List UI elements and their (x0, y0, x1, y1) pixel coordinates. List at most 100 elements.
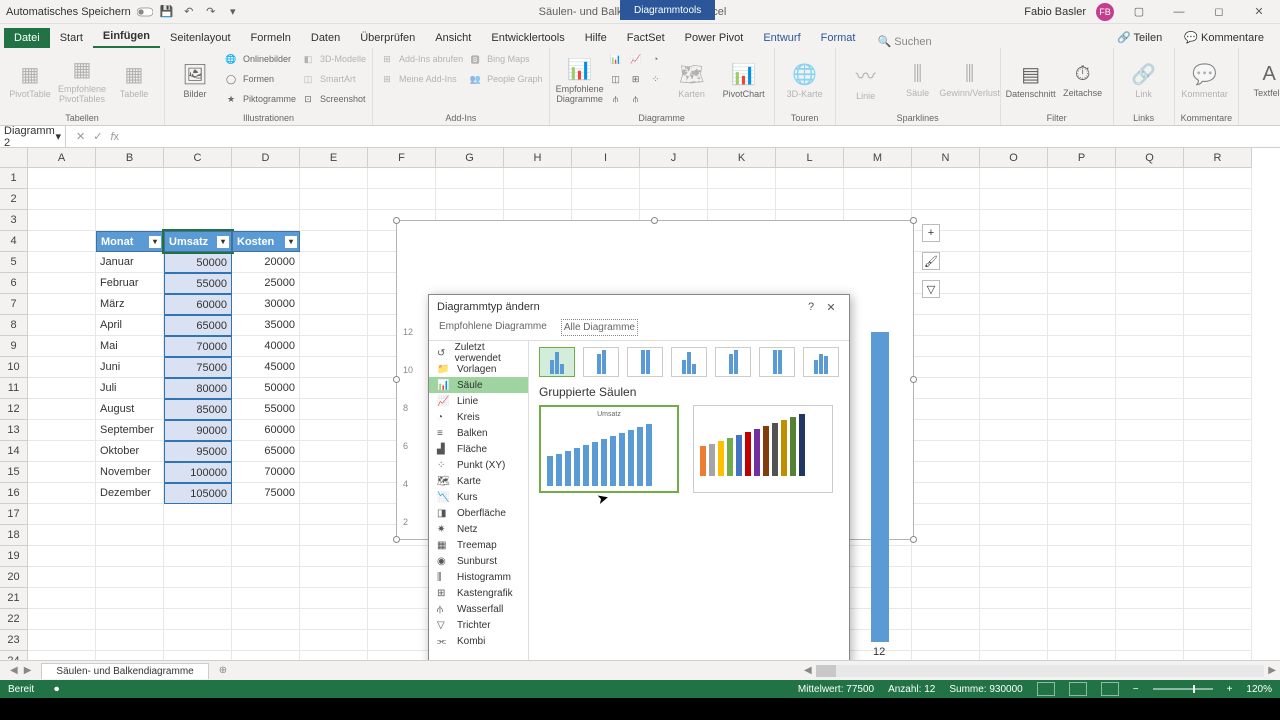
chart-scatter-icon[interactable]: ⁘ (648, 70, 664, 88)
cell[interactable] (708, 189, 776, 210)
minimize-icon[interactable]: — (1164, 2, 1194, 22)
cell[interactable]: Dezember (96, 483, 164, 504)
cell[interactable] (980, 609, 1048, 630)
cell[interactable]: 100000 (164, 462, 232, 483)
cell[interactable] (368, 588, 436, 609)
recommended-pivot-button[interactable]: ▦Empfohlene PivotTables (58, 50, 106, 110)
cell[interactable] (912, 567, 980, 588)
cell[interactable] (912, 357, 980, 378)
cell[interactable] (912, 399, 980, 420)
cell[interactable] (980, 441, 1048, 462)
dialog-tab-all[interactable]: Alle Diagramme (561, 319, 638, 336)
column-header[interactable]: K (708, 148, 776, 168)
chart-category-item[interactable]: ⫘Kombi (429, 633, 528, 649)
column-header[interactable]: O (980, 148, 1048, 168)
cell[interactable] (300, 462, 368, 483)
cell[interactable] (300, 315, 368, 336)
dialog-close-button[interactable]: ✕ (821, 301, 841, 314)
subtype-3d-100-stacked[interactable] (759, 347, 795, 377)
cell[interactable]: 45000 (232, 357, 300, 378)
cell[interactable] (980, 168, 1048, 189)
cell[interactable] (1184, 378, 1252, 399)
cell[interactable] (980, 231, 1048, 252)
cell[interactable] (1184, 315, 1252, 336)
chart-combo-icon[interactable]: ⫛ (628, 90, 644, 108)
cell[interactable] (912, 546, 980, 567)
my-addins-button[interactable]: ⊞Meine Add-Ins (379, 70, 463, 88)
row-header[interactable]: 14 (0, 441, 28, 462)
cell[interactable] (1184, 357, 1252, 378)
cell[interactable] (164, 168, 232, 189)
cell[interactable]: 65000 (164, 315, 232, 336)
row-header[interactable]: 12 (0, 399, 28, 420)
cell[interactable]: 20000 (232, 252, 300, 273)
cell[interactable] (1116, 567, 1184, 588)
cell[interactable] (1184, 231, 1252, 252)
cell[interactable] (164, 567, 232, 588)
filter-dropdown-icon[interactable]: ▾ (285, 236, 297, 248)
sparkline-line-button[interactable]: 〰Linie (842, 50, 890, 110)
cell[interactable] (368, 609, 436, 630)
cell[interactable] (1116, 231, 1184, 252)
sheet-prev-icon[interactable]: ◀ (10, 665, 18, 676)
cell[interactable] (980, 336, 1048, 357)
tab-powerpivot[interactable]: Power Pivot (675, 28, 754, 48)
cell[interactable] (1048, 273, 1116, 294)
cell[interactable] (164, 609, 232, 630)
cell[interactable] (1048, 462, 1116, 483)
cell[interactable] (980, 378, 1048, 399)
chart-category-item[interactable]: ⊞Kastengrafik (429, 585, 528, 601)
tab-formulas[interactable]: Formeln (241, 28, 301, 48)
cell[interactable]: November (96, 462, 164, 483)
horizontal-scrollbar[interactable]: ◀▶ (800, 665, 1280, 677)
cell[interactable] (504, 189, 572, 210)
sheet-tab-active[interactable]: Säulen- und Balkendiagramme (41, 663, 208, 679)
cell[interactable] (1184, 462, 1252, 483)
chart-category-item[interactable]: ⫼Histogramm (429, 569, 528, 585)
row-header[interactable]: 3 (0, 210, 28, 231)
tab-format[interactable]: Format (811, 28, 866, 48)
cell[interactable] (1116, 462, 1184, 483)
cell[interactable] (300, 420, 368, 441)
cell[interactable]: 70000 (164, 336, 232, 357)
dialog-help-button[interactable]: ? (801, 301, 821, 313)
cell[interactable] (572, 168, 640, 189)
cell[interactable] (1184, 420, 1252, 441)
row-header[interactable]: 1 (0, 168, 28, 189)
column-header[interactable]: D (232, 148, 300, 168)
cell[interactable] (1184, 399, 1252, 420)
cell[interactable] (980, 252, 1048, 273)
cell[interactable] (980, 630, 1048, 651)
cell[interactable] (1184, 189, 1252, 210)
cell[interactable] (1116, 336, 1184, 357)
row-header[interactable]: 10 (0, 357, 28, 378)
cell[interactable] (28, 336, 96, 357)
cell[interactable] (300, 378, 368, 399)
subtype-3d-column[interactable] (803, 347, 839, 377)
cell[interactable] (1184, 525, 1252, 546)
chart-category-item[interactable]: ⫛Wasserfall (429, 601, 528, 617)
cell[interactable] (1048, 546, 1116, 567)
cell[interactable] (300, 168, 368, 189)
smartart-button[interactable]: ◫SmartArt (300, 70, 366, 88)
cell[interactable] (1116, 273, 1184, 294)
subtype-3d-stacked[interactable] (715, 347, 751, 377)
cell[interactable] (368, 567, 436, 588)
cell[interactable] (1184, 168, 1252, 189)
tab-start[interactable]: Start (50, 28, 93, 48)
row-header[interactable]: 19 (0, 546, 28, 567)
cell[interactable] (96, 525, 164, 546)
cell[interactable] (300, 504, 368, 525)
sparkline-column-button[interactable]: ⫼Säule (894, 50, 942, 110)
cell[interactable] (300, 252, 368, 273)
cell[interactable] (1048, 504, 1116, 525)
cell[interactable]: 75000 (232, 483, 300, 504)
row-header[interactable]: 5 (0, 252, 28, 273)
cell[interactable]: Oktober (96, 441, 164, 462)
zoom-level[interactable]: 120% (1246, 684, 1272, 695)
cell[interactable] (300, 189, 368, 210)
cell[interactable] (912, 315, 980, 336)
cell[interactable] (96, 168, 164, 189)
chart-category-item[interactable]: ≡Balken (429, 425, 528, 441)
row-header[interactable]: 9 (0, 336, 28, 357)
